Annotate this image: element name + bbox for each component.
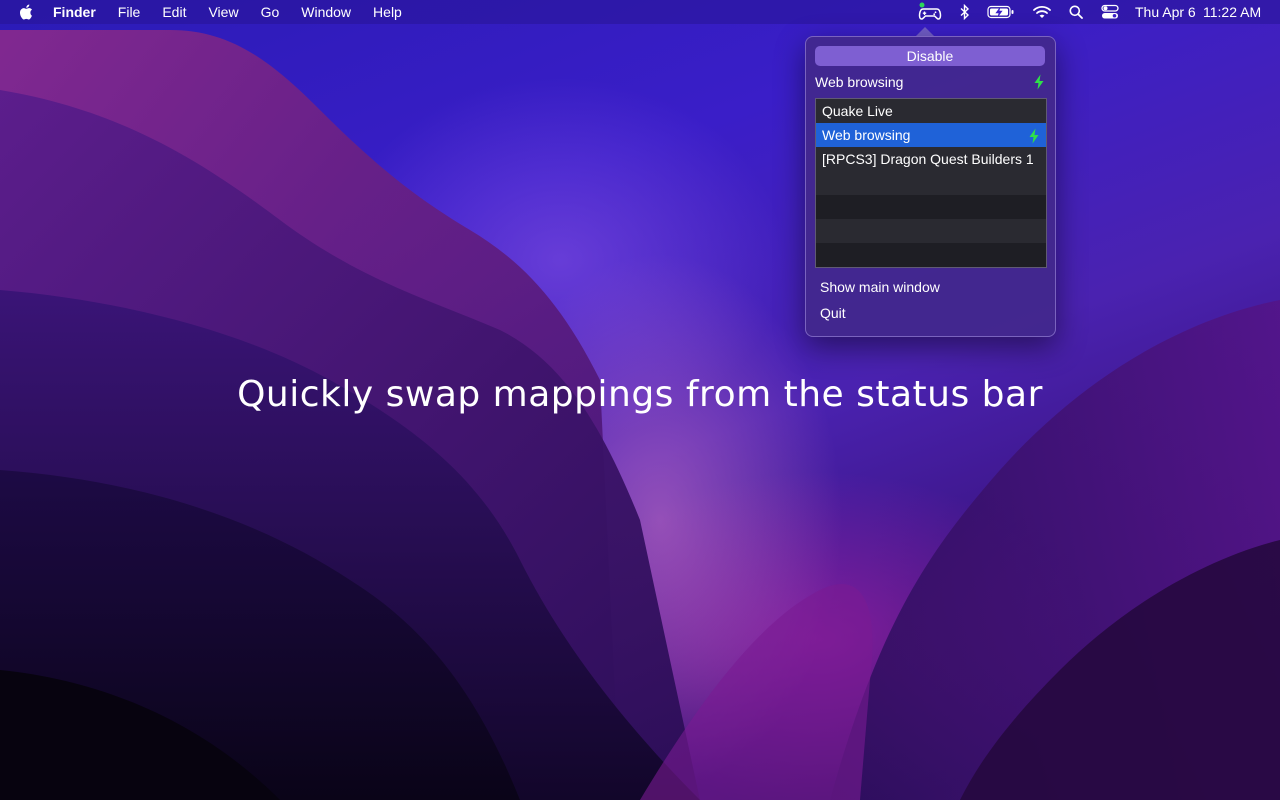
empty-list-row [816, 243, 1046, 267]
quit-button[interactable]: Quit [820, 302, 846, 324]
menu-finder[interactable]: Finder [53, 0, 96, 24]
show-main-window-button[interactable]: Show main window [820, 276, 940, 298]
gamepad-icon[interactable] [912, 0, 948, 24]
disable-button[interactable]: Disable [815, 46, 1045, 66]
menubar-time[interactable]: 11:22 AM [1203, 0, 1261, 24]
mapping-item-label: Quake Live [822, 103, 893, 119]
menu-help[interactable]: Help [373, 0, 402, 24]
menu-file[interactable]: File [118, 0, 141, 24]
menu-bar: Finder File Edit View Go Window Help Thu… [0, 0, 1280, 24]
bluetooth-icon[interactable] [957, 0, 973, 24]
desktop: Finder File Edit View Go Window Help Thu… [0, 0, 1280, 800]
empty-list-row [816, 219, 1046, 243]
mapping-item-quake-live[interactable]: Quake Live [816, 99, 1046, 123]
mapping-item-label: [RPCS3] Dragon Quest Builders 1 [822, 151, 1034, 167]
empty-list-row [816, 195, 1046, 219]
battery-charging-icon[interactable] [986, 0, 1016, 24]
search-icon[interactable] [1067, 0, 1085, 24]
menu-edit[interactable]: Edit [162, 0, 186, 24]
current-mapping-label: Web browsing [815, 74, 904, 90]
apple-logo-icon[interactable] [19, 4, 33, 20]
menubar-date[interactable]: Thu Apr 6 [1135, 0, 1196, 24]
menu-window[interactable]: Window [301, 0, 351, 24]
mapping-item-dragon-quest-builders[interactable]: [RPCS3] Dragon Quest Builders 1 [816, 147, 1046, 171]
status-bar-popover: Disable Web browsing Quake Live Web brow… [805, 36, 1056, 337]
control-center-icon[interactable] [1099, 0, 1121, 24]
mapping-item-web-browsing[interactable]: Web browsing [816, 123, 1046, 147]
mapping-item-label: Web browsing [822, 127, 911, 143]
mapping-list[interactable]: Quake Live Web browsing [RPCS3] Dragon Q… [815, 98, 1047, 268]
lightning-bolt-icon [1033, 74, 1045, 96]
current-mapping-row: Web browsing [815, 71, 1045, 93]
wifi-icon[interactable] [1032, 0, 1052, 24]
headline-caption: Quickly swap mappings from the status ba… [237, 374, 1043, 415]
empty-list-row [816, 171, 1046, 195]
menu-view[interactable]: View [208, 0, 238, 24]
menu-go[interactable]: Go [261, 0, 280, 24]
